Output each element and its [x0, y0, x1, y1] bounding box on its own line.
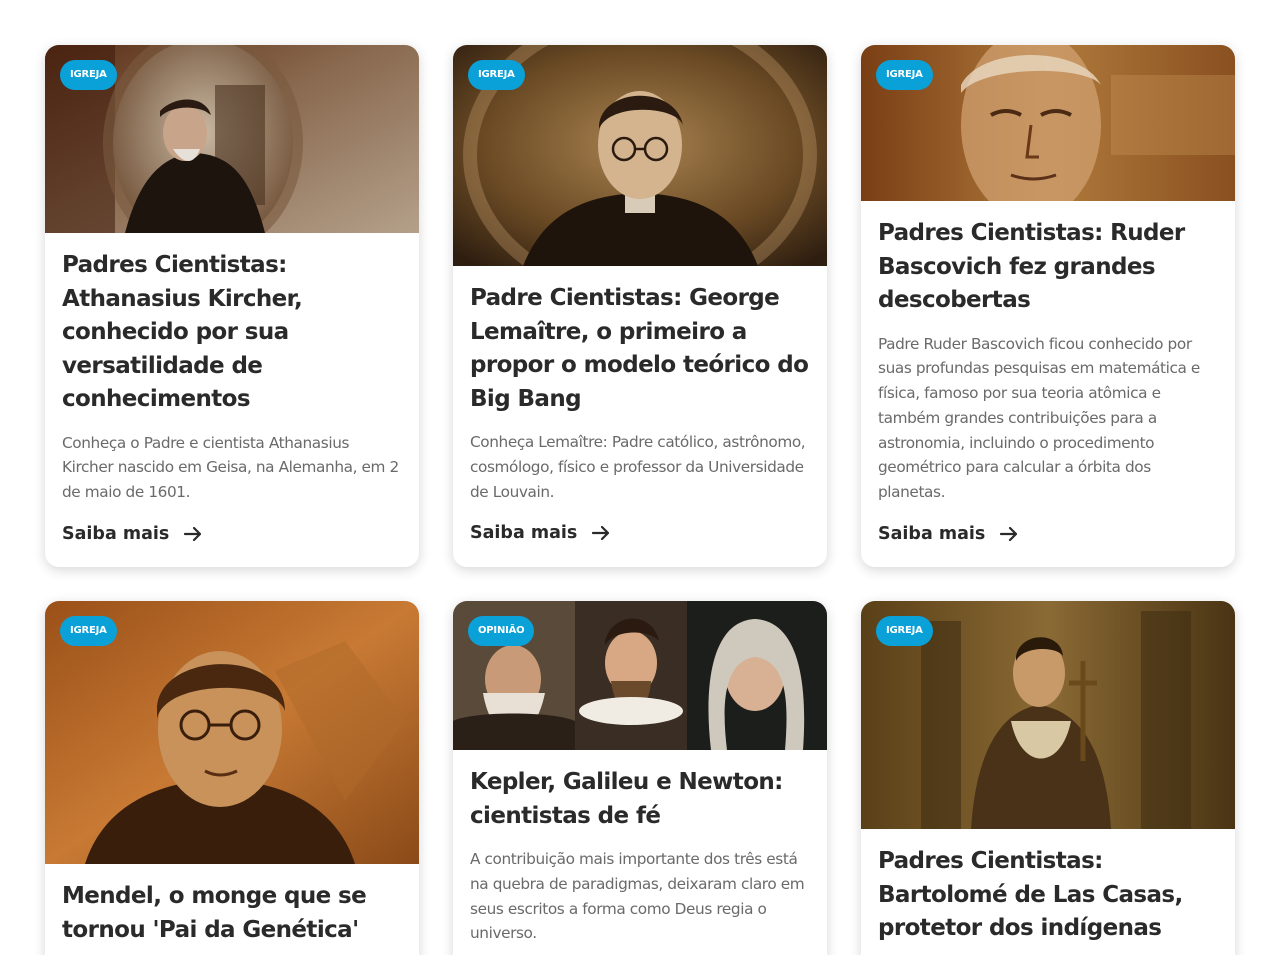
article-card[interactable]: IGREJA Padre Cientistas: George Lemaître…	[453, 45, 827, 567]
article-title[interactable]: Mendel, o monge que se tornou 'Pai da Ge…	[62, 880, 402, 947]
article-image[interactable]: IGREJA	[861, 45, 1235, 201]
category-badge[interactable]: OPINIÃO	[468, 616, 535, 646]
article-description: A contribuição mais importante dos três …	[470, 850, 805, 943]
read-more-link[interactable]: Saiba mais	[470, 518, 810, 548]
article-description: Conheça o Padre e cientista Athanasius K…	[62, 433, 399, 502]
article-card[interactable]: IGREJA Padres Cientistas: Ruder Bascovic…	[861, 45, 1235, 567]
article-card[interactable]: IGREJA Mendel, o monge que se tornou 'Pa…	[45, 601, 419, 955]
category-badge[interactable]: IGREJA	[60, 616, 117, 646]
read-more-link[interactable]: Saiba mais	[62, 519, 402, 549]
category-badge[interactable]: IGREJA	[876, 616, 933, 646]
article-card[interactable]: IGREJA Padres Cientistas: Bartolomé de L…	[861, 601, 1235, 955]
article-image[interactable]: IGREJA	[861, 601, 1235, 829]
article-grid: IGREJA Padres Cientistas: Athanasius Kir…	[0, 0, 1280, 955]
article-description: Conheça Lemaître: Padre católico, astrôn…	[470, 433, 806, 501]
article-title[interactable]: Padre Cientistas: George Lemaître, o pri…	[470, 282, 810, 416]
read-more-label: Saiba mais	[878, 524, 986, 545]
article-image[interactable]: OPINIÃO	[453, 601, 827, 750]
category-badge[interactable]: IGREJA	[468, 60, 525, 90]
article-image[interactable]: IGREJA	[453, 45, 827, 266]
read-more-link[interactable]: Saiba mais	[878, 519, 1218, 549]
arrow-right-icon	[592, 526, 610, 541]
article-card[interactable]: OPINIÃO Kepler, Galileu e Newton: cienti…	[453, 601, 827, 955]
read-more-label: Saiba mais	[62, 523, 170, 544]
article-image[interactable]: IGREJA	[45, 45, 419, 233]
article-image[interactable]: IGREJA	[45, 601, 419, 864]
article-title[interactable]: Padres Cientistas: Ruder Bascovich fez g…	[878, 217, 1218, 318]
article-title[interactable]: Padres Cientistas: Bartolomé de Las Casa…	[878, 845, 1218, 946]
article-title[interactable]: Kepler, Galileu e Newton: cientistas de …	[470, 766, 810, 833]
read-more-label: Saiba mais	[470, 523, 578, 544]
article-title[interactable]: Padres Cientistas: Athanasius Kircher, c…	[62, 249, 402, 417]
category-badge[interactable]: IGREJA	[876, 60, 933, 90]
article-card[interactable]: IGREJA Padres Cientistas: Athanasius Kir…	[45, 45, 419, 567]
article-description: Padre Ruder Bascovich ficou conhecido po…	[878, 334, 1200, 502]
arrow-right-icon	[1000, 526, 1018, 542]
arrow-right-icon	[184, 526, 202, 541]
category-badge[interactable]: IGREJA	[60, 60, 117, 90]
